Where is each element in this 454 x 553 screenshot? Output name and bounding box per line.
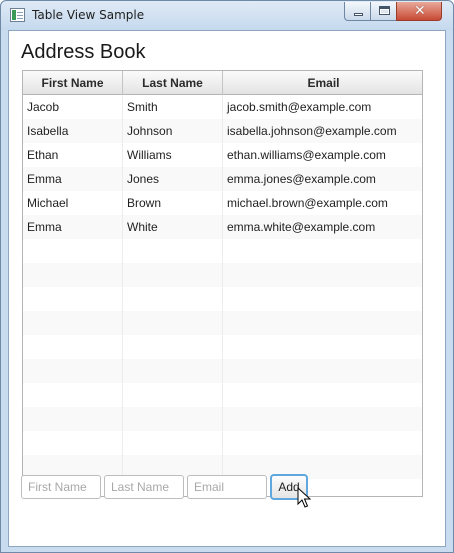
table-row[interactable] bbox=[23, 431, 422, 455]
table-header: First Name Last Name Email bbox=[23, 71, 422, 95]
table-row[interactable] bbox=[23, 263, 422, 287]
table-row[interactable]: Emma Jones emma.jones@example.com bbox=[23, 167, 422, 191]
cell-first-name bbox=[23, 407, 123, 431]
cell-email bbox=[223, 311, 422, 335]
cell-first-name: Michael bbox=[23, 191, 123, 215]
mouse-cursor-icon bbox=[297, 487, 311, 508]
application-window: Table View Sample ✕ Address Book First N… bbox=[0, 0, 454, 553]
maximize-button[interactable] bbox=[370, 2, 397, 21]
cell-email: jacob.smith@example.com bbox=[227, 100, 372, 114]
cell-last-name bbox=[123, 407, 223, 431]
cell-last-name bbox=[123, 311, 223, 335]
window-title: Table View Sample bbox=[32, 8, 145, 22]
cell-last-name bbox=[123, 383, 223, 407]
column-header-first-name[interactable]: First Name bbox=[23, 71, 123, 95]
cell-last-name bbox=[123, 263, 223, 287]
cell-email bbox=[223, 239, 422, 263]
cell-last-name: Jones bbox=[123, 167, 223, 191]
cell-first-name: Emma bbox=[23, 167, 123, 191]
table-row[interactable]: Jacob Smith jacob.smith@example.com bbox=[23, 95, 422, 119]
table-row[interactable] bbox=[23, 407, 422, 431]
table-row[interactable]: Emma White emma.white@example.com bbox=[23, 215, 422, 239]
table-row[interactable]: Ethan Williams ethan.williams@example.com bbox=[23, 143, 422, 167]
cell-last-name bbox=[123, 239, 223, 263]
cell-first-name: Isabella bbox=[23, 119, 123, 143]
java-app-icon bbox=[10, 8, 25, 22]
close-icon: ✕ bbox=[414, 3, 426, 19]
cell-first-name bbox=[23, 431, 123, 455]
address-table[interactable]: First Name Last Name Email Jacob Smith jac… bbox=[22, 70, 423, 497]
cell-first-name bbox=[23, 311, 123, 335]
email-input[interactable] bbox=[187, 475, 267, 499]
column-header-last-name[interactable]: Last Name bbox=[123, 71, 223, 95]
cell-email: michael.brown@example.com bbox=[227, 196, 388, 210]
client-area: Address Book First Name Last Name Email … bbox=[8, 30, 446, 547]
close-button[interactable]: ✕ bbox=[396, 2, 442, 21]
cell-last-name bbox=[123, 359, 223, 383]
cell-last-name: Williams bbox=[123, 143, 223, 167]
cell-last-name: Smith bbox=[123, 95, 223, 119]
cell-email bbox=[223, 287, 422, 311]
table-body: Jacob Smith jacob.smith@example.com Isabell… bbox=[23, 95, 422, 496]
cell-email bbox=[223, 263, 422, 287]
cell-email: emma.white@example.com bbox=[227, 220, 376, 234]
cell-first-name bbox=[23, 287, 123, 311]
table-row[interactable] bbox=[23, 239, 422, 263]
table-row[interactable] bbox=[23, 359, 422, 383]
cell-email bbox=[223, 359, 422, 383]
first-name-input[interactable] bbox=[21, 475, 101, 499]
table-row[interactable] bbox=[23, 383, 422, 407]
cell-last-name: White bbox=[123, 215, 223, 239]
last-name-input[interactable] bbox=[104, 475, 184, 499]
table-row[interactable]: Michael Brown michael.brown@example.com bbox=[23, 191, 422, 215]
cell-first-name: Ethan bbox=[23, 143, 123, 167]
cell-email bbox=[223, 335, 422, 359]
cell-last-name bbox=[123, 287, 223, 311]
cell-email: ethan.williams@example.com bbox=[227, 148, 386, 162]
cell-first-name bbox=[23, 239, 123, 263]
cell-email bbox=[223, 431, 422, 455]
column-header-email[interactable]: Email bbox=[223, 71, 422, 95]
minimize-icon bbox=[354, 13, 363, 16]
cell-last-name: Johnson bbox=[123, 119, 223, 143]
table-row[interactable]: Isabella Johnson isabella.johnson@example.… bbox=[23, 119, 422, 143]
cell-first-name bbox=[23, 335, 123, 359]
cell-first-name bbox=[23, 383, 123, 407]
title-bar[interactable]: Table View Sample ✕ bbox=[1, 1, 453, 30]
maximize-icon bbox=[379, 6, 390, 15]
cell-email: isabella.johnson@example.com bbox=[227, 124, 397, 138]
table-row[interactable] bbox=[23, 287, 422, 311]
page-title: Address Book bbox=[21, 41, 146, 63]
cell-email bbox=[223, 407, 422, 431]
cell-first-name bbox=[23, 263, 123, 287]
cell-first-name: Emma bbox=[23, 215, 123, 239]
cell-email bbox=[223, 383, 422, 407]
cell-first-name: Jacob bbox=[23, 95, 123, 119]
cell-last-name bbox=[123, 431, 223, 455]
table-row[interactable] bbox=[23, 335, 422, 359]
table-row[interactable] bbox=[23, 311, 422, 335]
cell-last-name bbox=[123, 335, 223, 359]
minimize-button[interactable] bbox=[344, 2, 371, 21]
cell-email: emma.jones@example.com bbox=[227, 172, 376, 186]
cell-first-name bbox=[23, 359, 123, 383]
cell-last-name: Brown bbox=[123, 191, 223, 215]
